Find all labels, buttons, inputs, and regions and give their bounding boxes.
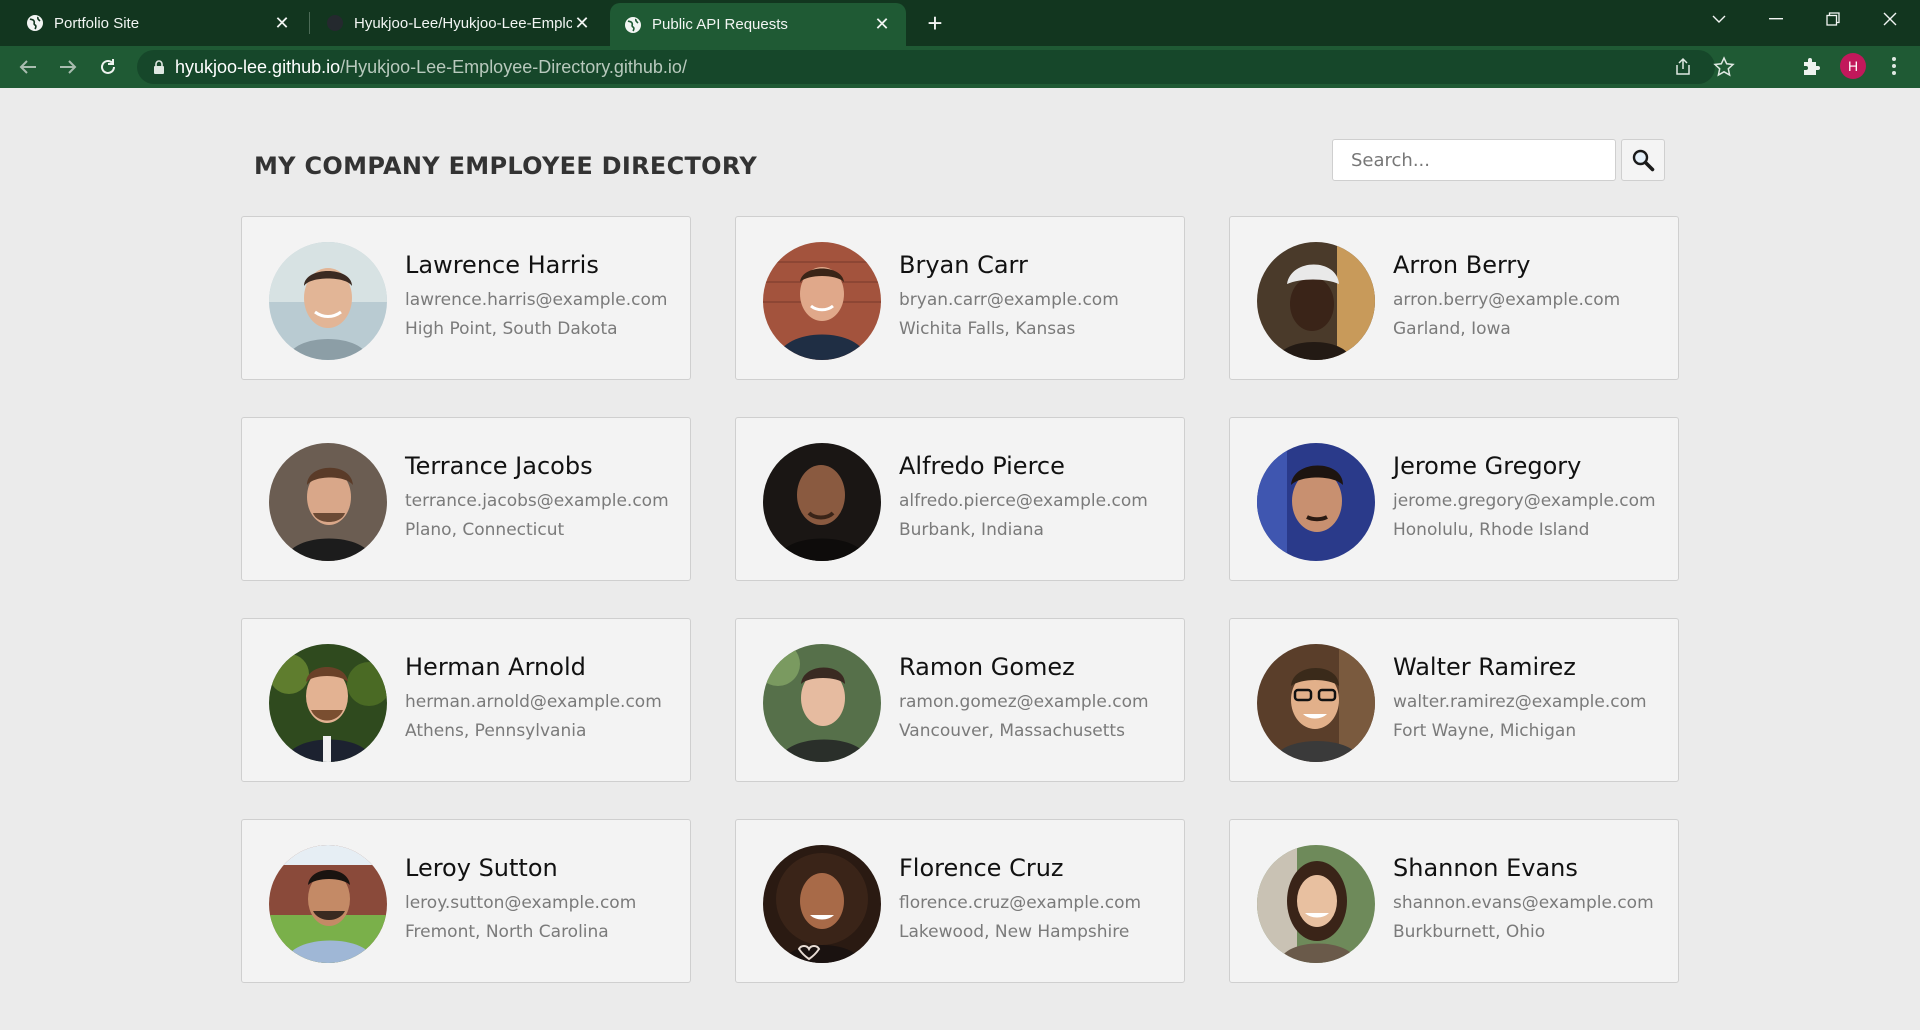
employee-photo [1257, 845, 1375, 963]
employee-name: Leroy Sutton [405, 854, 558, 882]
employee-name: Alfredo Pierce [899, 452, 1065, 480]
employee-location: Burbank, Indiana [899, 520, 1044, 540]
new-tab-button[interactable]: + [920, 8, 950, 38]
tab-search-chevron-icon[interactable] [1699, 0, 1739, 38]
employee-photo [269, 845, 387, 963]
employee-card[interactable]: Walter Ramirez walter.ramirez@example.co… [1229, 618, 1679, 782]
employee-name: Bryan Carr [899, 251, 1028, 279]
employee-location: Plano, Connecticut [405, 520, 565, 540]
employee-card[interactable]: Florence Cruz florence.cruz@example.com … [735, 819, 1185, 983]
employee-email: alfredo.pierce@example.com [899, 491, 1148, 511]
employee-location: High Point, South Dakota [405, 319, 618, 339]
employee-name: Terrance Jacobs [405, 452, 593, 480]
employee-email: herman.arnold@example.com [405, 692, 662, 712]
employee-email: shannon.evans@example.com [1393, 893, 1654, 913]
employee-location: Athens, Pennsylvania [405, 721, 587, 741]
employee-location: Garland, Iowa [1393, 319, 1511, 339]
employee-location: Honolulu, Rhode Island [1393, 520, 1590, 540]
employee-location: Wichita Falls, Kansas [899, 319, 1076, 339]
search-button[interactable] [1621, 139, 1665, 181]
back-arrow-icon[interactable] [13, 52, 43, 82]
url-host: hyukjoo-lee.github.io [175, 56, 341, 77]
employee-photo [1257, 443, 1375, 561]
profile-avatar[interactable]: H [1840, 53, 1866, 79]
employee-name: Lawrence Harris [405, 251, 599, 279]
tab-portfolio-site[interactable]: Portfolio Site ✕ [0, 0, 306, 46]
employee-card[interactable]: Ramon Gomez ramon.gomez@example.com Vanc… [735, 618, 1185, 782]
employee-email: ramon.gomez@example.com [899, 692, 1149, 712]
tab-title: Portfolio Site [54, 14, 140, 32]
minimize-icon[interactable] [1756, 0, 1796, 38]
employee-card[interactable]: Arron Berry arron.berry@example.com Garl… [1229, 216, 1679, 380]
employee-name: Jerome Gregory [1393, 452, 1582, 480]
close-window-icon[interactable] [1870, 0, 1910, 38]
employee-email: arron.berry@example.com [1393, 290, 1621, 310]
page-content: MY COMPANY EMPLOYEE DIRECTORY Lawrence H… [0, 88, 1920, 1030]
tab-title: Hyukjoo-Lee/Hyukjoo-Lee-Emplc [354, 14, 572, 32]
github-icon [326, 14, 344, 32]
employee-email: jerome.gregory@example.com [1393, 491, 1656, 511]
globe-icon [624, 16, 642, 34]
magnifier-icon [1632, 149, 1655, 172]
browser-tab-strip: Portfolio Site ✕ Hyukjoo-Lee/Hyukjoo-Lee… [0, 0, 1920, 46]
employee-photo [1257, 644, 1375, 762]
search-input[interactable] [1332, 139, 1616, 181]
employee-name: Walter Ramirez [1393, 653, 1576, 681]
globe-icon [26, 14, 44, 32]
employee-email: walter.ramirez@example.com [1393, 692, 1647, 712]
employee-location: Fremont, North Carolina [405, 922, 609, 942]
employee-email: florence.cruz@example.com [899, 893, 1142, 913]
employee-photo [763, 644, 881, 762]
employee-name: Ramon Gomez [899, 653, 1075, 681]
employee-photo [1257, 242, 1375, 360]
employee-name: Shannon Evans [1393, 854, 1578, 882]
employee-card[interactable]: Lawrence Harris lawrence.harris@example.… [241, 216, 691, 380]
employee-photo [269, 242, 387, 360]
close-icon[interactable]: ✕ [872, 14, 892, 35]
employee-email: bryan.carr@example.com [899, 290, 1119, 310]
employee-card[interactable]: Terrance Jacobs terrance.jacobs@example.… [241, 417, 691, 581]
employee-card[interactable]: Jerome Gregory jerome.gregory@example.co… [1229, 417, 1679, 581]
employee-photo [269, 443, 387, 561]
employee-card[interactable]: Leroy Sutton leroy.sutton@example.com Fr… [241, 819, 691, 983]
browser-menu-icon[interactable] [1884, 53, 1904, 79]
address-bar[interactable]: hyukjoo-lee.github.io/Hyukjoo-Lee-Employ… [137, 50, 1735, 84]
employee-card[interactable]: Alfredo Pierce alfredo.pierce@example.co… [735, 417, 1185, 581]
employee-photo [763, 242, 881, 360]
employee-email: leroy.sutton@example.com [405, 893, 637, 913]
employee-location: Fort Wayne, Michigan [1393, 721, 1577, 741]
employee-name: Arron Berry [1393, 251, 1531, 279]
employee-name: Florence Cruz [899, 854, 1064, 882]
employee-location: Burkburnett, Ohio [1393, 922, 1546, 942]
employee-name: Herman Arnold [405, 653, 586, 681]
close-icon[interactable]: ✕ [272, 13, 292, 33]
employee-email: terrance.jacobs@example.com [405, 491, 669, 511]
employee-card[interactable]: Bryan Carr bryan.carr@example.com Wichit… [735, 216, 1185, 380]
url-path: /Hyukjoo-Lee-Employee-Directory.github.i… [340, 56, 687, 77]
forward-arrow-icon[interactable] [53, 52, 83, 82]
close-icon[interactable]: ✕ [572, 13, 592, 33]
employee-email: lawrence.harris@example.com [405, 290, 668, 310]
employee-gallery: Lawrence Harris lawrence.harris@example.… [241, 216, 1679, 983]
employee-card[interactable]: Shannon Evans shannon.evans@example.com … [1229, 819, 1679, 983]
restore-icon[interactable] [1813, 0, 1853, 38]
employee-photo [763, 443, 881, 561]
tab-title: Public API Requests [652, 16, 788, 33]
extensions-puzzle-icon[interactable] [1800, 55, 1824, 79]
lock-icon [154, 60, 164, 74]
reload-icon[interactable] [93, 52, 123, 82]
bookmark-star-icon[interactable] [1713, 56, 1735, 78]
share-icon[interactable] [1673, 57, 1693, 77]
tab-github-repo[interactable]: Hyukjoo-Lee/Hyukjoo-Lee-Emplc ✕ [310, 0, 606, 46]
employee-photo [763, 845, 881, 963]
employee-card[interactable]: Herman Arnold herman.arnold@example.com … [241, 618, 691, 782]
page-title: MY COMPANY EMPLOYEE DIRECTORY [254, 152, 758, 180]
employee-photo [269, 644, 387, 762]
employee-location: Vancouver, Massachusetts [899, 721, 1125, 741]
browser-toolbar: hyukjoo-lee.github.io/Hyukjoo-Lee-Employ… [0, 46, 1920, 88]
employee-location: Lakewood, New Hampshire [899, 922, 1130, 942]
tab-public-api-requests[interactable]: Public API Requests ✕ [610, 3, 906, 46]
